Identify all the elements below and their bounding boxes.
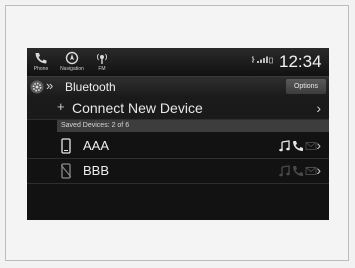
chevron-right-icon: › bbox=[316, 137, 321, 153]
signal-bluetooth-icon bbox=[251, 56, 273, 64]
music-icon bbox=[279, 165, 290, 177]
device-row[interactable]: AAA › bbox=[27, 134, 329, 159]
fm-radio-icon bbox=[97, 53, 107, 64]
message-icon bbox=[305, 167, 317, 175]
page-title: Bluetooth bbox=[65, 80, 116, 94]
phone-handset-icon bbox=[293, 166, 303, 176]
nav-phone-button[interactable]: Phone bbox=[30, 50, 52, 74]
saved-devices-header: Saved Devices: 2 of 6 bbox=[57, 120, 329, 132]
navigation-icon bbox=[65, 51, 79, 65]
connect-new-device-label: Connect New Device bbox=[72, 100, 203, 116]
device-name: AAA bbox=[83, 138, 110, 153]
settings-gear-icon[interactable] bbox=[30, 80, 44, 94]
nav-fm-button[interactable]: FM bbox=[93, 50, 111, 74]
nav-fm-label: FM bbox=[98, 66, 106, 72]
music-icon bbox=[279, 140, 290, 152]
chevron-right-icon: › bbox=[316, 100, 321, 116]
device-row[interactable]: BBB › bbox=[27, 159, 329, 184]
phone-icon bbox=[35, 53, 47, 64]
connected-phone-icon bbox=[61, 138, 71, 154]
breadcrumb-chevron-icon: » bbox=[46, 78, 53, 93]
nav-navigation-label: Navigation bbox=[60, 66, 84, 72]
disconnected-phone-icon bbox=[61, 163, 71, 179]
message-icon bbox=[305, 142, 317, 150]
nav-phone-label: Phone bbox=[33, 66, 49, 72]
phone-handset-icon bbox=[293, 141, 303, 151]
nav-navigation-button[interactable]: Navigation bbox=[56, 50, 88, 74]
status-bar: Phone Navigation FM 12:34 bbox=[27, 48, 329, 76]
connect-new-device-row[interactable]: + Connect New Device › bbox=[27, 97, 329, 120]
chevron-right-icon: › bbox=[316, 162, 321, 178]
title-bar: » Bluetooth Options bbox=[27, 76, 329, 97]
clock: 12:34 bbox=[279, 52, 322, 71]
plus-icon: + bbox=[57, 99, 65, 114]
device-name: BBB bbox=[83, 163, 110, 178]
options-button[interactable]: Options bbox=[286, 79, 326, 94]
infotainment-screen: Phone Navigation FM 12:34 » Bluetooth Op… bbox=[27, 48, 329, 220]
